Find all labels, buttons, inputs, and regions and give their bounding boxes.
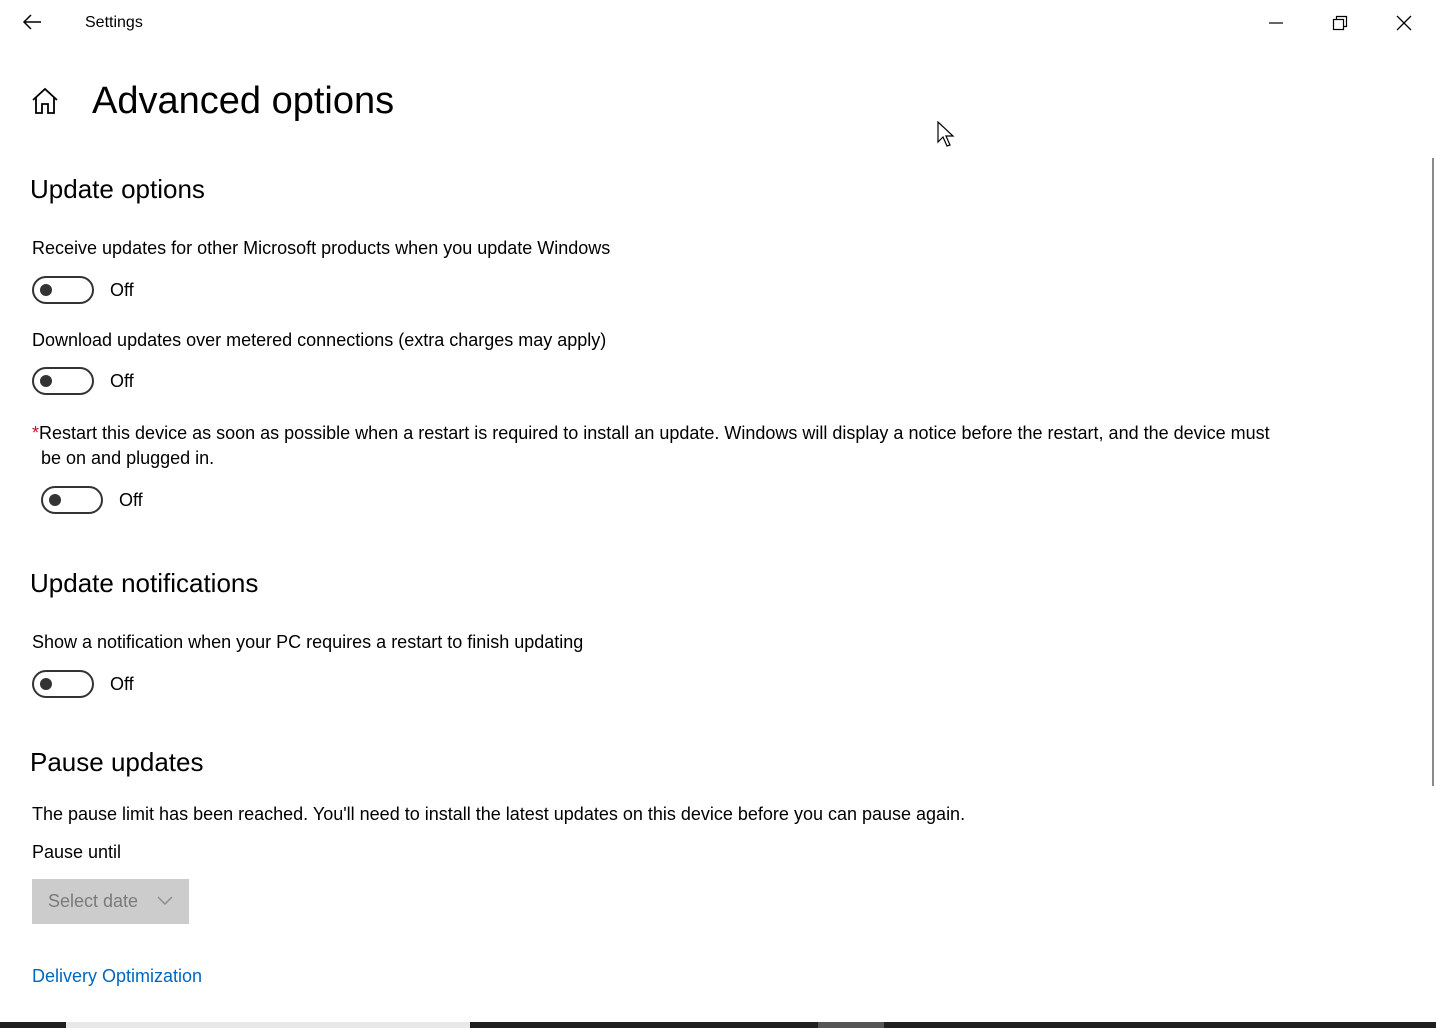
toggle-state-label: Off	[119, 489, 143, 510]
toggle-row-restart: Off	[41, 485, 143, 515]
vertical-scrollbar[interactable]	[1432, 158, 1434, 786]
taskbar-segment	[818, 1022, 884, 1028]
section-title-pause-updates: Pause updates	[30, 747, 204, 777]
close-icon	[1396, 15, 1412, 31]
setting-label-restart-line1: Restart this device as soon as possible …	[39, 423, 1270, 443]
toggle-other-products[interactable]	[32, 276, 94, 304]
pause-until-label: Pause until	[32, 842, 122, 862]
close-button[interactable]	[1372, 0, 1436, 46]
setting-label-restart-notification: Show a notification when your PC require…	[32, 632, 584, 652]
select-date-dropdown[interactable]: Select date	[32, 879, 189, 924]
home-button[interactable]	[30, 86, 62, 118]
toggle-state-label: Off	[110, 370, 134, 391]
setting-label-metered: Download updates over metered connection…	[32, 330, 607, 350]
delivery-optimization-link[interactable]: Delivery Optimization	[32, 966, 202, 987]
required-mark: *	[32, 423, 40, 443]
toggle-metered[interactable]	[32, 367, 94, 395]
setting-label-restart-line2: be on and plugged in.	[41, 448, 215, 468]
section-title-update-options: Update options	[30, 174, 205, 204]
restore-icon	[1332, 15, 1348, 31]
toggle-row-restart-notification: Off	[32, 669, 134, 699]
toggle-state-label: Off	[110, 279, 134, 300]
title-bar: Settings	[0, 0, 1436, 46]
toggle-knob	[40, 284, 52, 296]
section-title-update-notifications: Update notifications	[30, 568, 259, 598]
taskbar-strip	[0, 1022, 1436, 1028]
minimize-button[interactable]	[1244, 0, 1308, 46]
setting-label-restart: *Restart this device as soon as possible…	[32, 421, 1402, 471]
mouse-cursor-icon	[937, 121, 955, 147]
back-arrow-icon	[22, 14, 41, 30]
select-date-value: Select date	[48, 891, 139, 911]
toggle-row-metered: Off	[32, 366, 134, 396]
toggle-knob	[40, 678, 52, 690]
restore-button[interactable]	[1308, 0, 1372, 46]
toggle-restart-asap[interactable]	[41, 486, 103, 514]
setting-label-other-products: Receive updates for other Microsoft prod…	[32, 238, 611, 258]
toggle-row-other-products: Off	[32, 275, 134, 305]
toggle-restart-notification[interactable]	[32, 670, 94, 698]
toggle-state-label: Off	[110, 673, 134, 694]
back-button[interactable]	[14, 6, 50, 38]
pause-limit-message: The pause limit has been reached. You'll…	[32, 804, 966, 824]
home-icon	[32, 87, 58, 114]
toggle-knob	[49, 494, 61, 506]
window-title: Settings	[85, 14, 143, 31]
settings-window: Settings Advanced options Update options…	[0, 0, 1436, 1028]
taskbar-segment	[66, 1022, 470, 1028]
chevron-down-icon	[157, 896, 173, 905]
toggle-knob	[40, 375, 52, 387]
page-title: Advanced options	[92, 80, 395, 122]
minimize-icon	[1269, 22, 1283, 24]
